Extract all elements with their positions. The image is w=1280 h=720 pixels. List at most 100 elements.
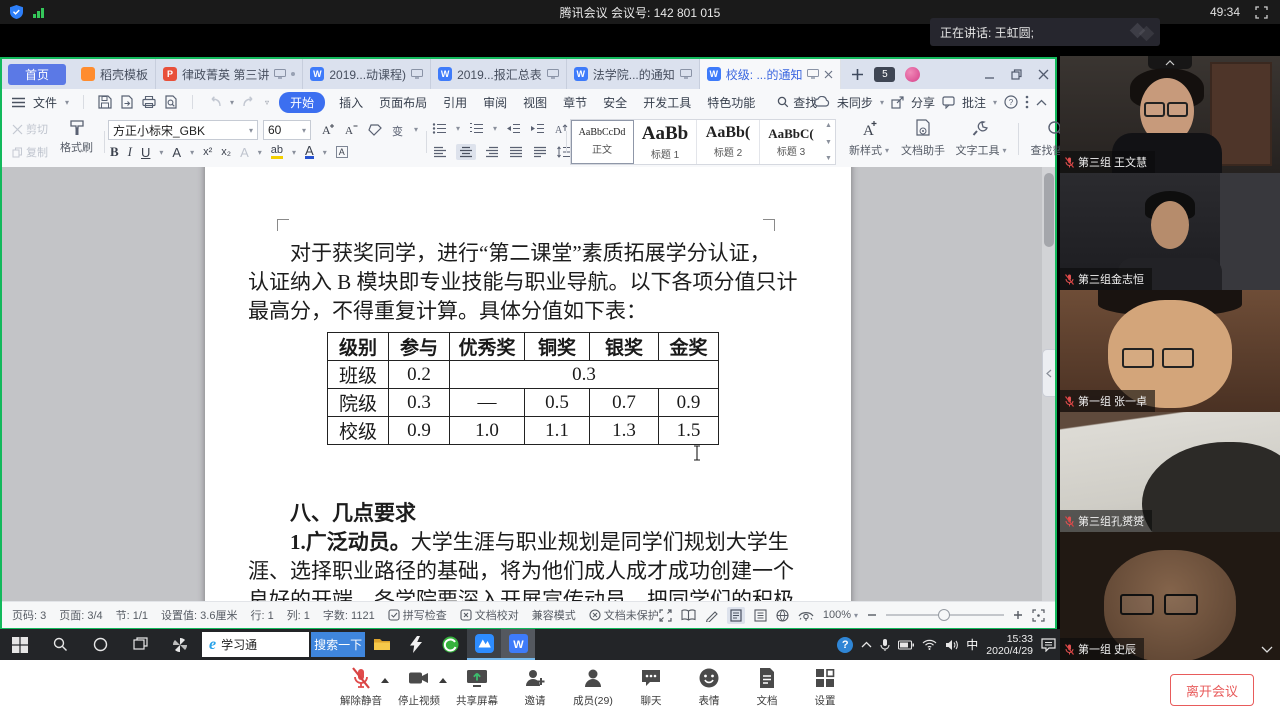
fit-page-icon[interactable] (1032, 609, 1045, 622)
style-heading2[interactable]: AaBb( 标题 2 (697, 120, 760, 164)
fullscreen-view-icon[interactable] (659, 609, 672, 622)
tab-doc-course[interactable]: W 2019...动课程) (303, 59, 431, 89)
minimize-icon[interactable] (984, 69, 995, 80)
comment-icon[interactable] (942, 96, 955, 109)
cut-button[interactable]: 剪切 (12, 121, 48, 137)
redo-icon[interactable] (242, 96, 257, 108)
green-browser-button[interactable] (433, 629, 467, 660)
text-tools-button[interactable]: 文字工具▾ (952, 119, 1010, 158)
status-word-count[interactable]: 字数: 1121 (323, 607, 375, 623)
restore-icon[interactable] (1011, 69, 1022, 80)
toolbar-more-caret-icon[interactable]: ▿ (265, 98, 269, 107)
align-left-icon[interactable] (432, 145, 448, 159)
invite-button[interactable]: 邀请 (506, 666, 564, 714)
menu-page-layout[interactable]: 页面布局 (379, 94, 427, 111)
web-search-button[interactable]: 搜索一下 (311, 632, 365, 657)
help-icon[interactable]: ? (1004, 95, 1018, 109)
document-canvas[interactable]: 对于获奖同学，进行“第二课堂”素质拓展学分认证， 认证纳入 B 模块即专业技能与… (2, 167, 1055, 601)
copy-button[interactable]: 复制 (12, 144, 48, 160)
eye-protect-icon[interactable] (798, 609, 814, 622)
mic-tray-icon[interactable] (880, 638, 890, 652)
decrease-font-icon[interactable]: A (343, 122, 358, 137)
zoom-out-icon[interactable] (867, 610, 877, 620)
participant-video[interactable]: 第一组 张一卓 (1060, 290, 1280, 412)
wifi-tray-icon[interactable] (922, 639, 937, 650)
doc-assistant-button[interactable]: 文档助手 (896, 119, 950, 158)
cloud-sync-icon[interactable] (814, 96, 830, 108)
tab-doc-xiaoji-active[interactable]: W 校级: ...的通知 (700, 59, 842, 89)
menu-home[interactable]: 开始 (279, 92, 325, 113)
file-explorer-button[interactable] (365, 629, 399, 660)
wps-taskbar-button[interactable]: W (501, 629, 535, 660)
menu-dev-tools[interactable]: 开发工具 (643, 94, 691, 111)
panel-page-chevron[interactable] (1261, 646, 1273, 653)
share-icon[interactable] (891, 96, 904, 109)
share-screen-button[interactable]: 共享屏幕 (448, 666, 506, 714)
outline-view-icon[interactable] (754, 609, 767, 622)
taskbar-search-button[interactable] (40, 629, 80, 660)
cortana-button[interactable] (80, 629, 120, 660)
participant-video[interactable]: 第一组 史辰 (1060, 532, 1280, 660)
undo-icon[interactable] (207, 96, 222, 108)
save-icon[interactable] (98, 95, 112, 109)
font-name-select[interactable]: 方正小标宋_GBK▾ (108, 120, 258, 140)
export-pdf-icon[interactable] (120, 95, 134, 109)
comment-action[interactable]: 批注 (962, 94, 986, 111)
protect-status[interactable]: 文档未保护 (589, 607, 659, 623)
tab-ppt-lvzheng[interactable]: P 律政菁英 第三讲 (156, 59, 303, 89)
ime-indicator[interactable]: 中 (966, 636, 978, 653)
scrollbar-thumb[interactable] (1044, 173, 1054, 247)
align-center-icon[interactable] (458, 145, 474, 159)
zoom-slider[interactable] (886, 614, 1004, 616)
members-button[interactable]: 成员(29) (564, 666, 622, 714)
help-tray-icon[interactable]: ? (837, 637, 853, 653)
web-search-text[interactable]: 学习通 (221, 636, 309, 653)
styles-scroll[interactable]: ▲▼▼ (822, 120, 835, 164)
font-color-button[interactable]: A (305, 145, 314, 159)
user-avatar[interactable] (905, 67, 920, 82)
tab-docer[interactable]: 稻壳模板 (74, 59, 156, 89)
zoom-slider-knob[interactable] (938, 609, 950, 621)
menu-review[interactable]: 审阅 (483, 94, 507, 111)
tencent-meeting-taskbar-button[interactable] (467, 629, 501, 660)
menu-special-features[interactable]: 特色功能 (707, 94, 755, 111)
spell-check-toggle[interactable]: 拼写检查 (388, 607, 447, 623)
numbered-list-icon[interactable] (469, 122, 484, 135)
unmute-button[interactable]: 解除静音 (332, 666, 390, 714)
chat-button[interactable]: 聊天 (622, 666, 680, 714)
document-page[interactable]: 对于获奖同学，进行“第二课堂”素质拓展学分认证， 认证纳入 B 模块即专业技能与… (205, 167, 851, 601)
increase-indent-icon[interactable] (530, 122, 545, 135)
video-options-caret[interactable] (439, 678, 447, 683)
increase-font-icon[interactable]: A (320, 122, 335, 137)
menu-section[interactable]: 章节 (563, 94, 587, 111)
participant-video[interactable]: 第三组 王文慧 (1060, 56, 1280, 173)
bullet-list-icon[interactable] (432, 122, 447, 135)
char-effects-button[interactable]: A (172, 145, 181, 160)
justify-icon[interactable] (508, 145, 524, 159)
tab-doc-faxueyuan[interactable]: W 法学院...的通知 (567, 59, 700, 89)
underline-button[interactable]: U (141, 145, 150, 160)
pinwheel-app-button[interactable] (160, 629, 200, 660)
print-preview-icon[interactable] (164, 95, 178, 109)
superscript-button[interactable]: x² (203, 146, 212, 158)
char-border-button[interactable]: A (336, 146, 348, 158)
panel-collapse-button[interactable] (1148, 56, 1192, 69)
style-normal[interactable]: AaBbCcDd 正文 (571, 120, 634, 164)
lightning-app-button[interactable] (399, 629, 433, 660)
task-view-button[interactable] (120, 629, 160, 660)
settings-button[interactable]: 设置 (796, 666, 854, 714)
tray-expand-icon[interactable] (861, 641, 872, 648)
emoji-button[interactable]: 表情 (680, 666, 738, 714)
find-button[interactable]: 查找 (777, 94, 817, 111)
zoom-level[interactable]: 100%▾ (823, 609, 858, 621)
sidebar-expand-tab[interactable] (1042, 349, 1055, 397)
compat-mode[interactable]: 兼容模式 (532, 607, 576, 623)
close-tab-icon[interactable] (824, 70, 833, 79)
menu-view[interactable]: 视图 (523, 94, 547, 111)
close-window-icon[interactable] (1038, 69, 1049, 80)
menu-insert[interactable]: 插入 (339, 94, 363, 111)
pen-view-icon[interactable] (705, 609, 718, 622)
style-heading3[interactable]: AaBbC( 标题 3 (760, 120, 822, 164)
volume-tray-icon[interactable] (945, 639, 958, 651)
sync-status[interactable]: 未同步 (837, 94, 873, 111)
